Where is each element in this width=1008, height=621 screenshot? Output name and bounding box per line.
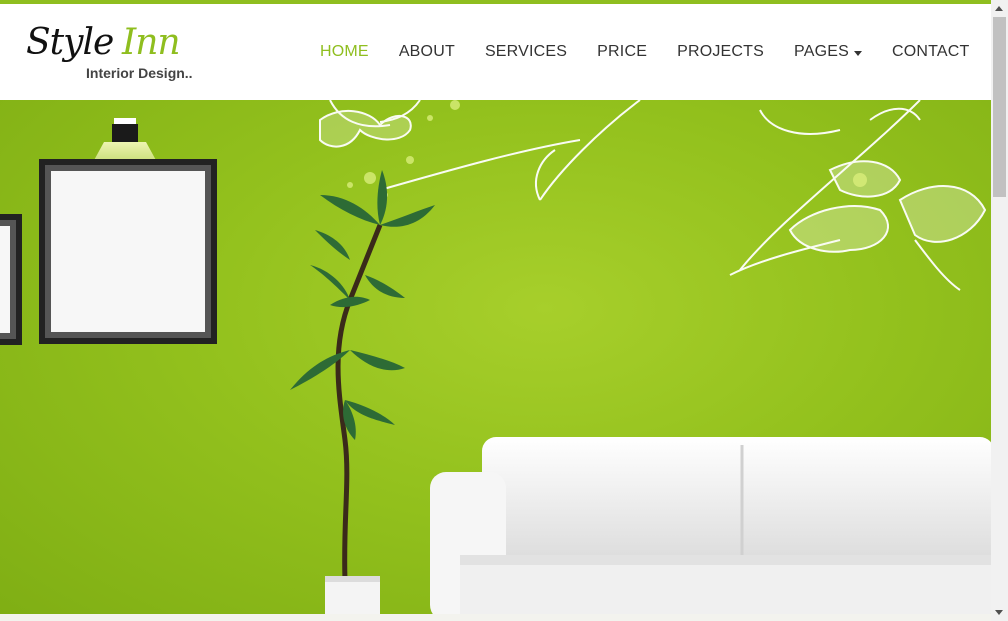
nav-services[interactable]: SERVICES <box>470 43 582 61</box>
picture-frame <box>39 159 217 344</box>
floral-decal <box>319 100 987 291</box>
decal-dots <box>347 100 867 198</box>
hero-illustration <box>0 100 991 621</box>
white-sofa <box>430 437 991 621</box>
logo-text-main: Style <box>26 22 114 63</box>
site-header: Style Inn Interior Design.. HOME ABOUT S… <box>0 4 991 100</box>
nav-pages-label: PAGES <box>794 43 849 60</box>
nav-projects[interactable]: PROJECTS <box>662 43 779 61</box>
scroll-up-arrow-icon[interactable] <box>991 0 1008 17</box>
scroll-thumb[interactable] <box>993 17 1006 197</box>
logo-text-accent: Inn <box>122 22 181 63</box>
floor-strip <box>0 614 991 621</box>
hero-banner <box>0 100 991 621</box>
nav-contact[interactable]: CONTACT <box>877 43 985 61</box>
nav-pages[interactable]: PAGES <box>779 43 877 61</box>
vertical-scrollbar[interactable] <box>991 0 1008 621</box>
site-logo[interactable]: Style Inn Interior Design.. <box>26 22 201 88</box>
logo-tagline: Interior Design.. <box>86 65 193 81</box>
nav-price[interactable]: PRICE <box>582 43 662 61</box>
main-nav: HOME ABOUT SERVICES PRICE PROJECTS PAGES… <box>305 34 985 70</box>
nav-about[interactable]: ABOUT <box>384 43 470 61</box>
potted-plant <box>290 170 435 621</box>
picture-frame-left <box>0 214 22 345</box>
nav-home[interactable]: HOME <box>305 43 384 61</box>
caret-down-icon <box>853 50 862 56</box>
scroll-down-arrow-icon[interactable] <box>991 604 1008 621</box>
